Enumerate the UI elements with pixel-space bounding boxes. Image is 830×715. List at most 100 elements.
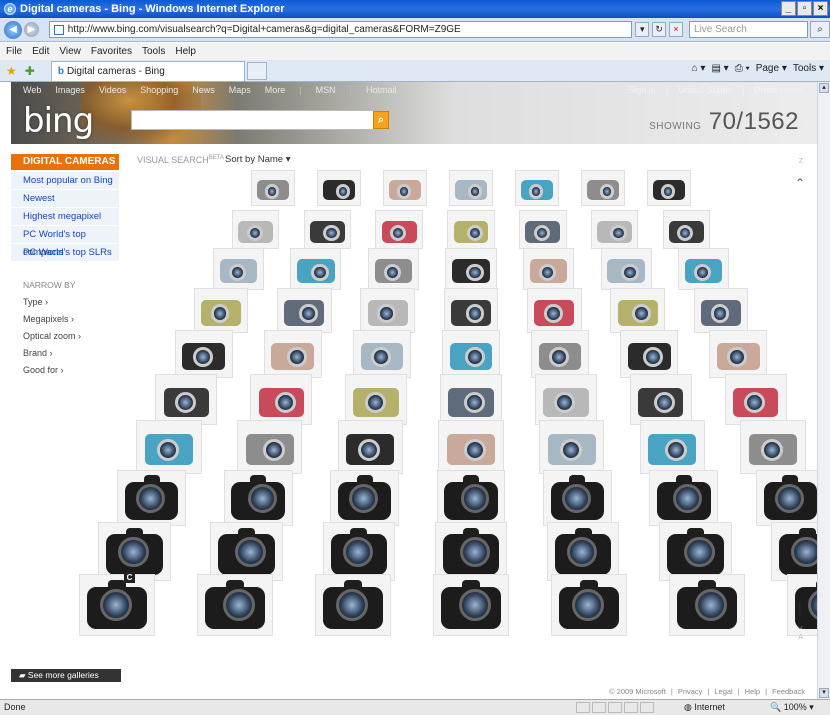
camera-thumbnail[interactable] [649,470,719,527]
forward-icon[interactable]: ▶ [23,22,39,37]
camera-thumbnail[interactable] [317,170,361,207]
camera-thumbnail[interactable] [251,170,295,207]
camera-thumbnail[interactable] [337,420,403,474]
refresh-icon[interactable]: ↻ [652,22,667,37]
camera-thumbnail[interactable] [322,522,395,582]
search-icon[interactable]: ⌕ [810,21,830,38]
camera-thumbnail[interactable] [210,522,283,582]
camera-thumbnail[interactable] [231,210,280,249]
menu-edit[interactable]: Edit [32,46,49,57]
sort-dropdown[interactable]: Sort by Name ▾ [225,154,290,165]
camera-thumbnail[interactable] [79,574,155,637]
camera-thumbnail[interactable] [352,330,411,378]
camera-thumbnail[interactable] [539,420,605,474]
camera-thumbnail[interactable] [724,374,787,425]
stop-icon[interactable]: × [669,22,684,37]
menu-help[interactable]: Help [175,46,196,57]
camera-thumbnail[interactable] [610,288,665,333]
bing-search-input[interactable] [131,110,379,130]
camera-thumbnail[interactable] [535,374,597,425]
minimize-button[interactable]: _ [781,1,796,16]
camera-thumbnail[interactable] [193,288,249,333]
favorites-star-icon[interactable]: ★ [6,64,17,78]
category-heading[interactable]: DIGITAL CAMERAS [11,154,119,170]
tab-digital-cameras[interactable]: b Digital cameras - Bing [50,60,245,81]
feeds-icon[interactable]: ▤ ▾ [711,63,728,74]
gallery-scroll-thumb[interactable] [798,602,801,616]
camera-thumbnail[interactable] [647,170,691,207]
menu-favorites[interactable]: Favorites [91,46,132,57]
camera-thumbnail[interactable] [436,470,506,527]
scroll-up-icon[interactable]: ⌃ [795,176,805,190]
camera-thumbnail[interactable] [678,248,730,290]
preferences-link[interactable]: Preferences [754,85,803,95]
camera-thumbnail[interactable] [438,420,504,474]
camera-thumbnail[interactable] [367,248,419,290]
home-icon[interactable]: ⌂ ▾ [692,63,706,74]
camera-thumbnail[interactable] [629,374,692,425]
camera-thumbnail[interactable] [620,330,679,378]
camera-thumbnail[interactable] [315,574,391,637]
camera-thumbnail[interactable] [290,248,342,290]
camera-thumbnail[interactable] [330,470,399,527]
camera-thumbnail[interactable] [709,330,768,378]
menu-file[interactable]: File [6,46,22,57]
back-icon[interactable]: ◀ [4,20,22,39]
search-button[interactable]: ⌕ [373,111,389,129]
camera-thumbnail[interactable] [250,374,313,425]
camera-thumbnail[interactable] [434,522,508,582]
see-more-galleries-button[interactable]: ▰ See more galleries [11,669,121,682]
camera-thumbnail[interactable] [693,288,749,333]
camera-thumbnail[interactable] [590,210,639,249]
camera-thumbnail[interactable] [531,330,590,378]
camera-thumbnail[interactable] [659,522,732,582]
tools-menu[interactable]: Tools ▾ [793,63,824,74]
camera-thumbnail[interactable] [662,210,711,249]
camera-thumbnail[interactable] [447,210,495,249]
nav-more[interactable]: More [265,85,286,95]
nav-shopping[interactable]: Shopping [140,85,178,95]
nav-images[interactable]: Images [55,85,85,95]
camera-thumbnail[interactable] [375,210,423,249]
menu-tools[interactable]: Tools [142,46,165,57]
camera-thumbnail[interactable] [303,210,352,249]
camera-thumbnail[interactable] [237,420,303,474]
scroll-down-icon[interactable]: ⌄ [795,618,805,632]
nav-hotmail[interactable]: Hotmail [366,85,397,95]
camera-thumbnail[interactable] [174,330,233,378]
live-search-input[interactable]: Live Search [689,21,809,38]
bing-logo[interactable]: bing [23,102,94,140]
nav-maps[interactable]: Maps [229,85,251,95]
camera-thumbnail[interactable] [383,170,427,207]
zoom-level[interactable]: 🔍 100% ▾ [770,700,814,715]
camera-thumbnail[interactable] [740,420,806,474]
camera-thumbnail[interactable] [600,248,652,290]
new-tab-button[interactable] [246,61,267,80]
close-button[interactable]: × [813,1,828,16]
camera-thumbnail[interactable] [547,522,620,582]
sign-in-link[interactable]: Sign in [628,85,656,95]
dropdown-icon[interactable]: ▾ [635,22,650,37]
camera-thumbnail[interactable] [212,248,264,290]
camera-thumbnail[interactable] [277,288,332,333]
nav-web[interactable]: Web [23,85,41,95]
feedback-link[interactable]: Feedback [772,687,805,696]
privacy-link[interactable]: Privacy [678,687,703,696]
camera-thumbnail[interactable] [441,330,501,378]
camera-thumbnail[interactable] [443,288,499,333]
camera-thumbnail[interactable] [581,170,625,207]
camera-thumbnail[interactable] [543,470,612,527]
camera-thumbnail[interactable] [523,248,575,290]
camera-thumbnail[interactable] [515,170,559,207]
url-field[interactable]: http://www.bing.com/visualsearch?q=Digit… [48,21,633,38]
camera-thumbnail[interactable] [360,288,415,333]
scroll-down-arrow-icon[interactable]: ▾ [819,688,829,698]
camera-thumbnail[interactable] [669,574,745,637]
camera-thumbnail[interactable] [117,470,187,527]
legal-link[interactable]: Legal [714,687,732,696]
print-icon[interactable]: ⎙ ▾ [735,63,750,74]
camera-thumbnail[interactable] [345,374,407,425]
camera-thumbnail[interactable] [449,170,493,207]
help-link[interactable]: Help [745,687,760,696]
camera-thumbnail[interactable] [197,574,273,637]
